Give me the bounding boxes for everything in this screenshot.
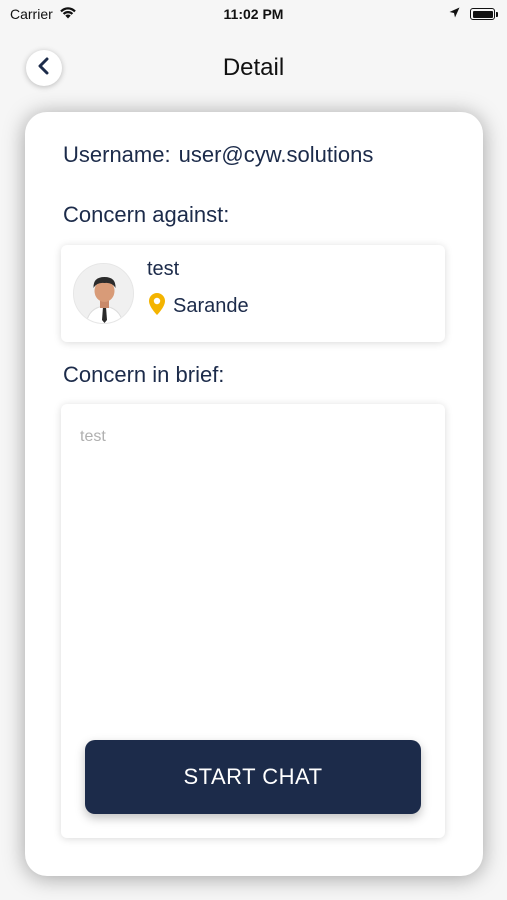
status-bar: Carrier 11:02 PM bbox=[0, 0, 507, 30]
concern-against-label: Concern against: bbox=[63, 202, 230, 227]
map-pin-icon bbox=[149, 293, 165, 320]
start-chat-button[interactable]: START CHAT bbox=[85, 740, 421, 814]
status-right bbox=[449, 5, 498, 23]
concern-brief-label: Concern in brief: bbox=[63, 362, 225, 387]
page-title: Detail bbox=[222, 54, 285, 81]
clock: 11:02 PM bbox=[223, 6, 284, 22]
location-arrow-icon bbox=[449, 5, 460, 23]
person-card[interactable]: test Sarande bbox=[61, 245, 445, 342]
location-text: Sarande bbox=[173, 295, 249, 317]
username-value: user@cyw.solutions bbox=[178, 142, 374, 167]
person-name: test bbox=[147, 258, 180, 280]
location-row: Sarande bbox=[149, 293, 249, 320]
detail-card: Username: user@cyw.solutions Concern agai… bbox=[25, 112, 483, 876]
concern-brief-box: test START CHAT bbox=[61, 404, 445, 838]
username-row: Username: user@cyw.solutions bbox=[63, 142, 373, 168]
concern-brief-text: test bbox=[80, 428, 106, 445]
username-label: Username: bbox=[63, 142, 171, 167]
avatar bbox=[73, 263, 134, 324]
header: Detail bbox=[0, 42, 507, 98]
battery-icon bbox=[470, 8, 498, 20]
